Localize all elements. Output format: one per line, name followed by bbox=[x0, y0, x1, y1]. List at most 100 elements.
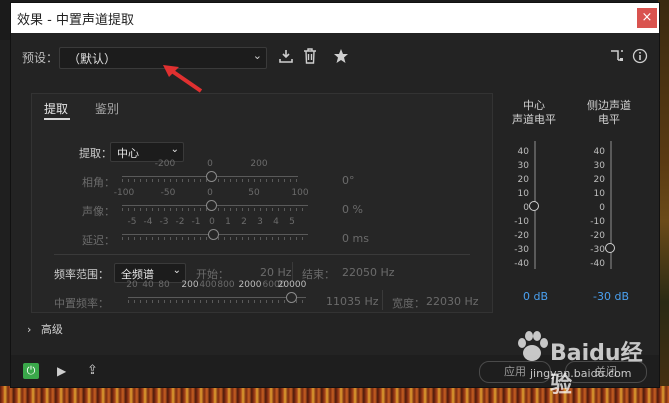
slider-thumb[interactable] bbox=[206, 171, 217, 182]
scale-label: 40 bbox=[517, 147, 529, 157]
settings-panel: 提取 鉴别 提取： 中心 ⌄ 相角： -200 0 200 0° 声像： -10… bbox=[31, 93, 493, 313]
field-divider bbox=[292, 262, 293, 282]
center-freq-value[interactable]: 11035 Hz bbox=[326, 295, 379, 308]
baidu-watermark: Baidu经验 jingyan.baidu.com bbox=[510, 325, 650, 398]
slider-track bbox=[128, 297, 306, 298]
delay-tick: -2 bbox=[175, 217, 185, 227]
chevron-down-icon: ⌄ bbox=[170, 144, 179, 155]
preset-label: 预设： bbox=[22, 51, 59, 65]
center-freq-tick: 200 bbox=[181, 280, 199, 290]
field-divider bbox=[382, 290, 383, 310]
phase-value: 0° bbox=[342, 174, 355, 187]
scale-label: 0 bbox=[599, 203, 605, 213]
delay-label: 延迟： bbox=[82, 234, 115, 247]
delay-tick: 0 bbox=[209, 217, 215, 227]
pan-tick: 100 bbox=[291, 188, 309, 198]
center-meter-title-line2: 声道电平 bbox=[512, 113, 556, 126]
delay-tick: -4 bbox=[143, 217, 153, 227]
chevron-right-icon: › bbox=[27, 323, 32, 336]
freq-end-label: 结束： bbox=[302, 268, 335, 281]
tab-discriminate[interactable]: 鉴别 bbox=[95, 100, 119, 117]
phase-tick: 0 bbox=[207, 159, 213, 169]
download-icon[interactable] bbox=[277, 48, 295, 66]
center-meter-title: 中心 声道电平 bbox=[507, 99, 561, 127]
side-meter-thumb[interactable] bbox=[605, 243, 615, 253]
width-value[interactable]: 22030 Hz bbox=[426, 295, 479, 308]
delay-tick: -1 bbox=[191, 217, 201, 227]
pan-tick: -50 bbox=[160, 188, 176, 198]
star-icon[interactable] bbox=[332, 48, 350, 66]
scale-label: -10 bbox=[514, 217, 529, 227]
delay-value: 0 ms bbox=[342, 232, 369, 245]
scale-label: 30 bbox=[593, 161, 605, 171]
advanced-section-toggle[interactable]: › 高级 bbox=[27, 321, 63, 337]
background-panel-left bbox=[0, 40, 10, 386]
side-meter-title-line1: 侧边声道 bbox=[587, 99, 631, 112]
paw-icon bbox=[518, 331, 548, 361]
chevron-down-icon: ⌄ bbox=[252, 49, 262, 62]
slider-thumb[interactable] bbox=[208, 229, 219, 240]
phase-tick: -200 bbox=[154, 159, 176, 169]
phase-label: 相角： bbox=[82, 176, 115, 189]
center-freq-tick: 800 bbox=[217, 280, 235, 290]
center-meter-title-line1: 中心 bbox=[523, 99, 545, 112]
center-freq-tick: 20 bbox=[126, 280, 138, 290]
scale-label: -30 bbox=[590, 245, 605, 255]
trash-icon[interactable] bbox=[301, 48, 319, 66]
titlebar: 效果 - 中置声道提取 × bbox=[11, 3, 659, 33]
pan-tick: 50 bbox=[248, 188, 260, 198]
preset-value: （默认） bbox=[68, 52, 117, 66]
delay-tick: 3 bbox=[257, 217, 263, 227]
scale-label: -40 bbox=[590, 259, 605, 269]
delay-tick: -3 bbox=[159, 217, 169, 227]
side-meter-title-line2: 电平 bbox=[598, 113, 620, 126]
preset-row: 预设： （默认） ⌄ bbox=[11, 45, 659, 71]
routing-icon[interactable] bbox=[608, 48, 626, 66]
center-freq-tick: 80 bbox=[158, 280, 170, 290]
window-title: 效果 - 中置声道提取 bbox=[17, 13, 134, 28]
width-label: 宽度： bbox=[392, 297, 425, 310]
delay-tick: 5 bbox=[289, 217, 295, 227]
center-freq-tick: 40 bbox=[142, 280, 154, 290]
pan-value: 0 % bbox=[342, 203, 363, 216]
center-freq-tick: 2000 bbox=[238, 280, 262, 290]
tab-extract[interactable]: 提取 bbox=[44, 100, 68, 117]
center-meter-thumb[interactable] bbox=[529, 201, 539, 211]
scale-label: 20 bbox=[517, 175, 529, 185]
freq-start-value[interactable]: 20 Hz bbox=[260, 266, 292, 279]
scale-label: 20 bbox=[593, 175, 605, 185]
pan-label: 声像： bbox=[82, 205, 115, 218]
power-icon[interactable]: ⏻ bbox=[23, 363, 39, 379]
active-tab-indicator bbox=[44, 118, 70, 120]
scale-label: -10 bbox=[590, 217, 605, 227]
scale-label: -20 bbox=[514, 231, 529, 241]
slider-thumb[interactable] bbox=[206, 200, 217, 211]
center-freq-label: 中置频率： bbox=[54, 297, 109, 310]
center-freq-slider[interactable]: 20 40 80 200 400 800 2000 6000 20000 bbox=[126, 280, 307, 310]
center-freq-tick: 20000 bbox=[277, 280, 307, 290]
pan-tick: 0 bbox=[207, 188, 213, 198]
side-meter-value[interactable]: -30 dB bbox=[593, 290, 629, 303]
play-icon[interactable]: ▶ bbox=[57, 364, 66, 378]
close-button[interactable]: × bbox=[637, 8, 657, 28]
scale-label: -30 bbox=[514, 245, 529, 255]
freq-end-value[interactable]: 22050 Hz bbox=[342, 266, 395, 279]
slider-ticks bbox=[128, 300, 306, 303]
slider-thumb[interactable] bbox=[286, 292, 297, 303]
extract-label: 提取： bbox=[79, 147, 112, 160]
pan-tick: -100 bbox=[113, 188, 135, 198]
phase-slider[interactable]: -200 0 200 bbox=[122, 159, 298, 189]
center-meter-value[interactable]: 0 dB bbox=[523, 290, 548, 303]
loop-icon[interactable]: ⇪ bbox=[87, 363, 98, 378]
chevron-down-icon: ⌄ bbox=[172, 265, 181, 276]
phase-tick: 200 bbox=[250, 159, 268, 169]
watermark-url: jingyan.baidu.com bbox=[530, 367, 632, 380]
delay-tick: 2 bbox=[241, 217, 247, 227]
scale-label: 30 bbox=[517, 161, 529, 171]
pan-slider[interactable]: -100 -50 0 50 100 bbox=[114, 188, 309, 218]
scale-label: -40 bbox=[514, 259, 529, 269]
delay-slider[interactable]: -5 -4 -3 -2 -1 0 1 2 3 4 5 bbox=[122, 217, 308, 247]
advanced-label: 高级 bbox=[40, 323, 63, 336]
info-icon[interactable] bbox=[631, 48, 649, 66]
scale-label: 10 bbox=[593, 189, 605, 199]
